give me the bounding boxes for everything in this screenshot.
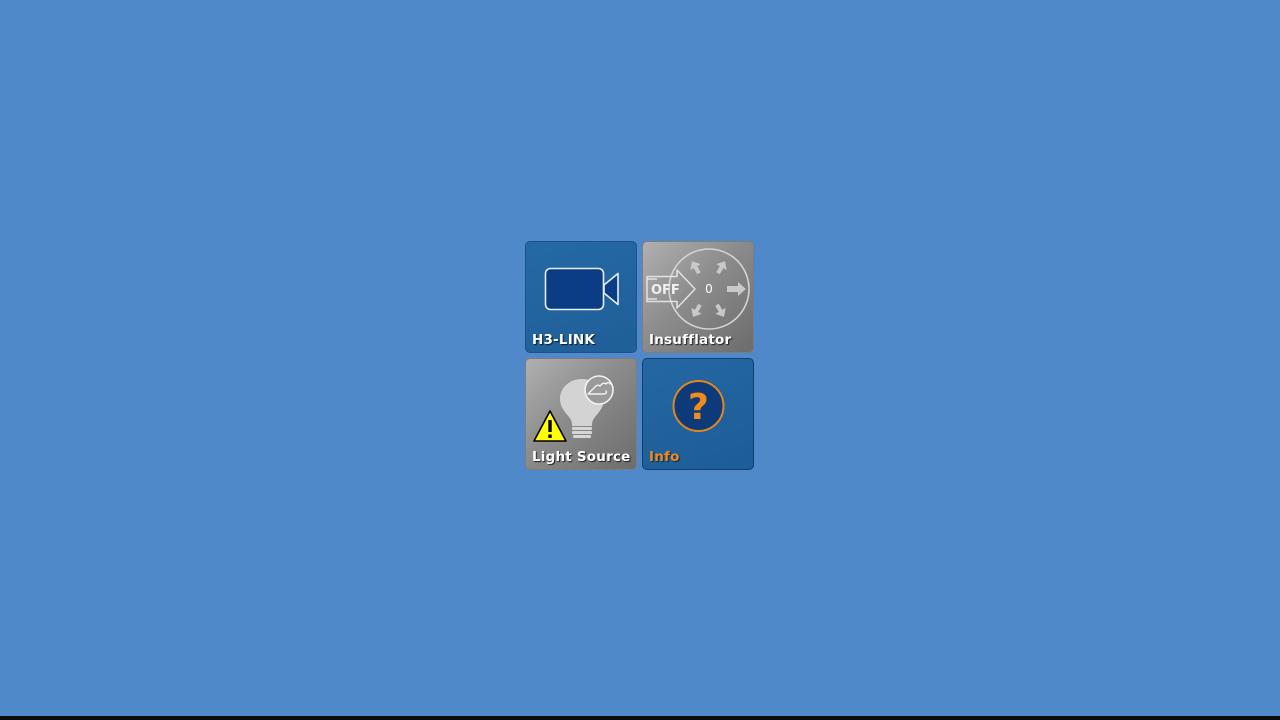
insufflator-status-text: OFF [651,283,680,298]
tile-label-light-source: Light Source [532,449,631,465]
tile-label-info: Info [649,449,680,465]
tile-h3-link[interactable]: H3-LINK [525,241,637,353]
svg-text:?: ? [688,387,709,428]
screen-bottom-edge [0,716,1280,720]
tile-label-insufflator: Insufflator [649,332,732,348]
insufflator-pressure-value: 0 [705,282,713,296]
tile-light-source[interactable]: Light Source [525,358,637,470]
tile-info[interactable]: ? Info [642,358,754,470]
desktop-background: H3-LINK OFF 0 Insufflator Light Source ?… [0,0,1280,716]
tile-insufflator[interactable]: OFF 0 Insufflator [642,241,754,353]
tile-label-h3-link: H3-LINK [532,332,596,348]
